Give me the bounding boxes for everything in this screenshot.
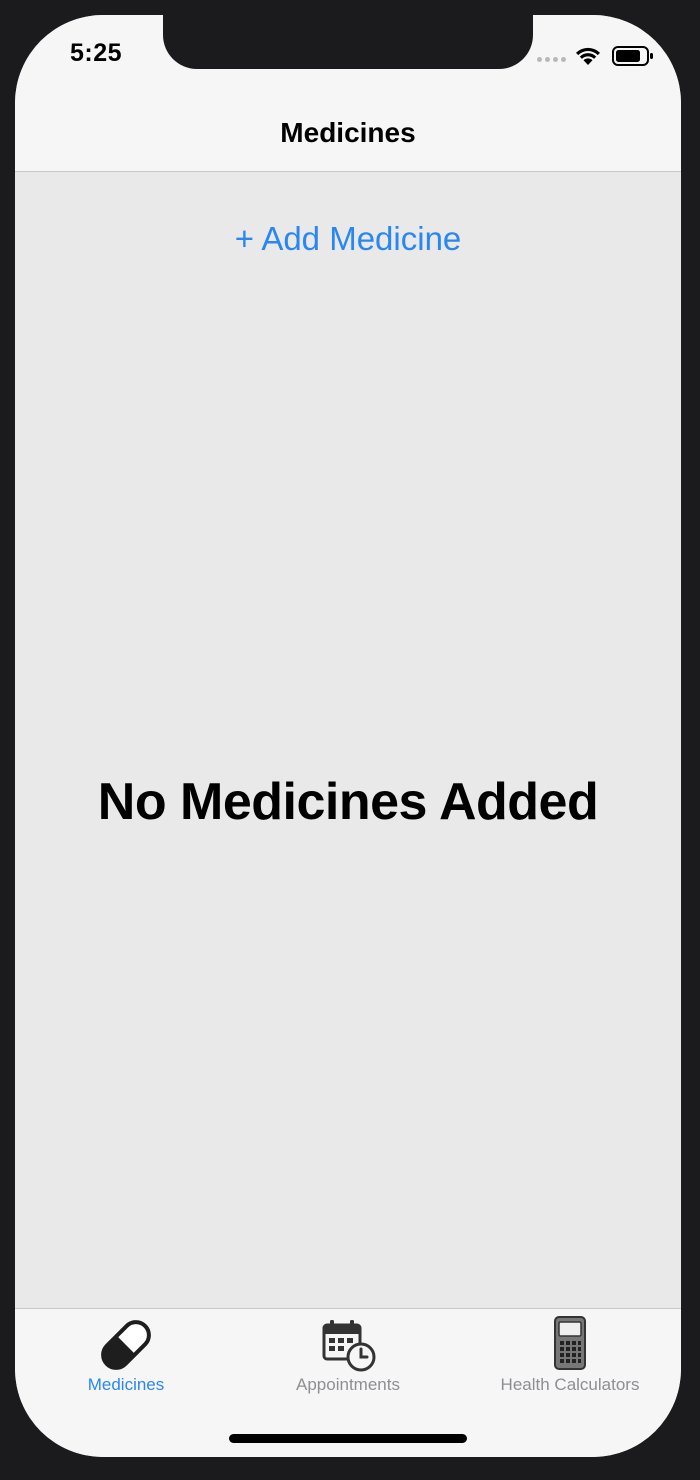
wifi-icon xyxy=(576,47,600,65)
add-medicine-button[interactable]: + Add Medicine xyxy=(15,220,681,258)
navigation-bar: Medicines xyxy=(15,85,681,172)
status-time: 5:25 xyxy=(70,39,123,67)
empty-state-message: No Medicines Added xyxy=(97,773,599,831)
tab-health-calculators[interactable]: Health Calculators xyxy=(459,1309,681,1399)
tab-medicines[interactable]: Medicines xyxy=(15,1309,237,1399)
notch xyxy=(163,15,533,69)
battery-icon xyxy=(612,46,653,66)
tab-label: Appointments xyxy=(296,1375,400,1394)
signal-icon xyxy=(537,57,566,62)
medicines-content: + Add Medicine No Medicines Added xyxy=(15,172,681,1308)
calculator-icon xyxy=(554,1316,586,1370)
phone-screen: 5:25 Medicines + Add Medicine No Medicin… xyxy=(15,15,681,1457)
home-indicator[interactable] xyxy=(229,1434,467,1443)
tab-label: Medicines xyxy=(87,1375,165,1394)
pill-icon xyxy=(101,1320,151,1370)
tab-bar: Medicines Appointments Health Calculator… xyxy=(15,1308,681,1457)
tab-label: Health Calculators xyxy=(500,1375,640,1394)
tab-appointments[interactable]: Appointments xyxy=(237,1309,459,1399)
calendar-clock-icon xyxy=(322,1320,376,1372)
page-title: Medicines xyxy=(280,117,416,148)
status-bar: 5:25 xyxy=(15,15,681,85)
